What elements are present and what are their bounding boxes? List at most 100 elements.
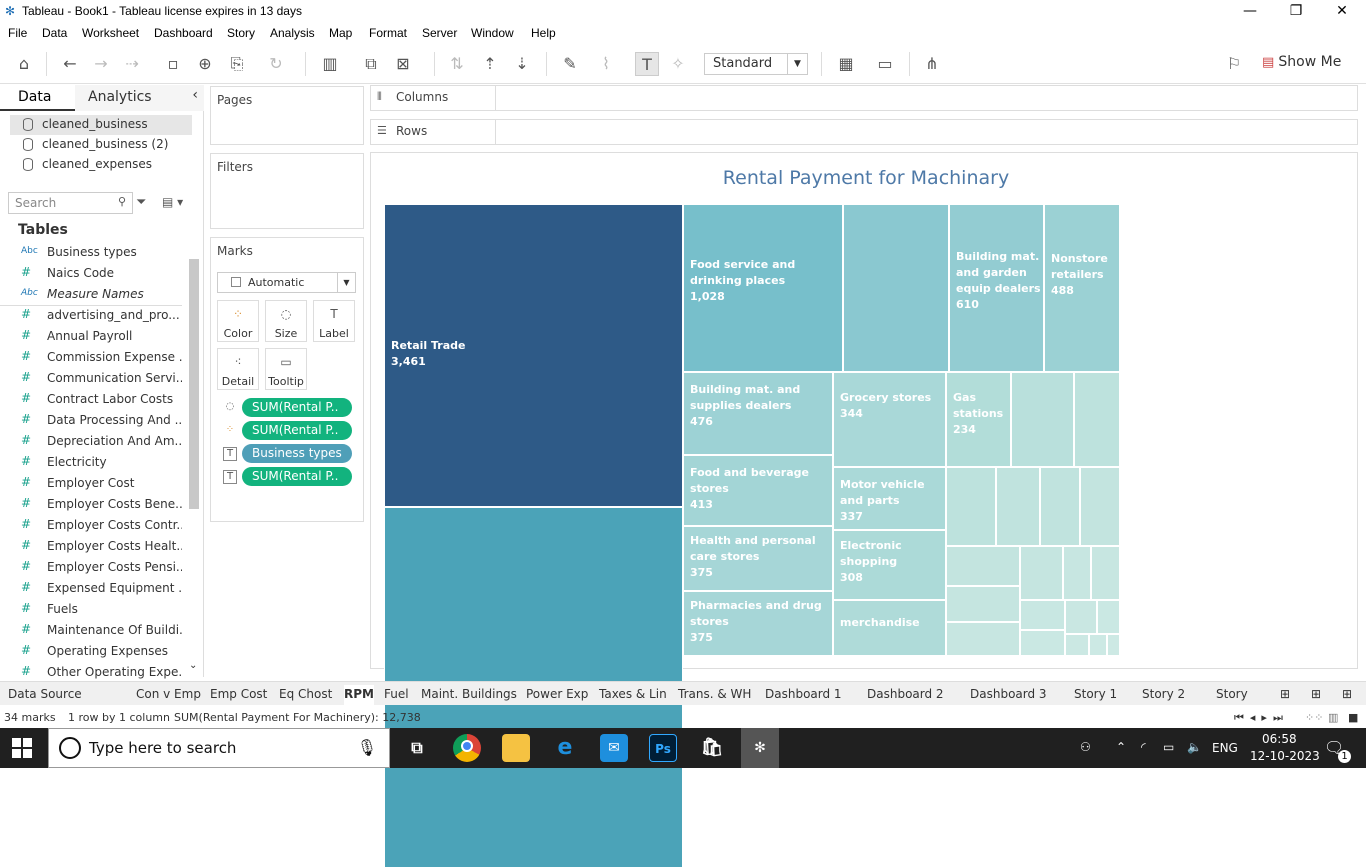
new-dashboard-icon[interactable]: ⊞ <box>1311 685 1321 705</box>
minimize-icon[interactable]: — <box>1227 0 1273 24</box>
treemap[interactable]: Retail Trade3,461Accommodation and food … <box>384 204 1120 868</box>
treemap-cell[interactable]: Food service and drinking places 1,028 <box>683 204 843 372</box>
label-pill[interactable]: Business types <box>242 444 352 463</box>
tableau-taskbar-icon[interactable]: ✻ <box>741 728 779 768</box>
field-item[interactable]: # Depreciation And Am... <box>0 432 182 453</box>
wifi-icon[interactable]: ◜ <box>1141 740 1146 754</box>
treemap-cell[interactable] <box>1063 546 1091 600</box>
sheet-tab[interactable]: Story <box>1216 685 1266 705</box>
sheet-tab[interactable]: Story 2 <box>1142 685 1202 705</box>
treemap-cell[interactable] <box>1020 546 1063 600</box>
highlight-icon[interactable]: ✎ <box>558 52 582 76</box>
scroll-down-icon[interactable]: ⌄ <box>189 660 197 671</box>
treemap-cell[interactable] <box>946 546 1020 586</box>
field-item[interactable]: # Naics Code <box>0 264 182 285</box>
new-datasource-icon[interactable]: ⊕ <box>193 52 217 76</box>
new-story-icon[interactable]: ⊞ <box>1342 685 1352 705</box>
home-icon[interactable]: ⌂ <box>12 52 36 76</box>
replay-icon[interactable]: ⇢ <box>120 52 144 76</box>
treemap-cell[interactable]: Building mat. and garden equip dealers 61… <box>949 204 1044 372</box>
new-worksheet-icon[interactable]: ⊞ <box>1280 685 1290 705</box>
mark-type-select[interactable]: Automatic ▼ <box>217 272 356 293</box>
share-icon[interactable]: ⋔ <box>920 52 944 76</box>
menu-analysis[interactable]: Analysis <box>270 26 315 40</box>
tab-analytics[interactable]: Analytics ‹ <box>75 85 204 111</box>
field-item[interactable]: # Employer Cost <box>0 474 182 495</box>
field-item[interactable]: # Employer Costs Contr... <box>0 516 182 537</box>
menu-worksheet[interactable]: Worksheet <box>82 26 139 40</box>
treemap-cell[interactable]: Food and beverage stores 413 <box>683 455 833 526</box>
tray-chevron-icon[interactable]: ⌃ <box>1116 740 1126 754</box>
mail-icon[interactable]: ✉ <box>600 734 628 762</box>
field-item[interactable]: # Employer Costs Pensi... <box>0 558 182 579</box>
treemap-cell[interactable] <box>1107 634 1120 656</box>
scroll-thumb[interactable] <box>189 259 199 509</box>
field-item[interactable]: # Maintenance Of Buildi... <box>0 621 182 642</box>
treemap-cell[interactable] <box>1074 372 1120 467</box>
menu-dashboard[interactable]: Dashboard <box>154 26 213 40</box>
field-item[interactable]: # Expensed Equipment ... <box>0 579 182 600</box>
menu-file[interactable]: File <box>8 26 27 40</box>
field-item[interactable]: # Annual Payroll <box>0 327 182 348</box>
close-icon[interactable]: ✕ <box>1319 0 1365 24</box>
menu-window[interactable]: Window <box>471 26 514 40</box>
treemap-cell[interactable]: Gas stations 234 <box>946 372 1011 467</box>
tooltip-button[interactable]: ▭ Tooltip <box>265 348 307 390</box>
fix-axes-icon[interactable]: ✧ <box>666 52 690 76</box>
treemap-cell[interactable]: Electronic shopping 308 <box>833 530 946 600</box>
menu-server[interactable]: Server <box>422 26 457 40</box>
size-button[interactable]: ◌ Size <box>265 300 307 342</box>
battery-icon[interactable]: ▭ <box>1163 740 1174 754</box>
label-button[interactable]: T Label <box>313 300 355 342</box>
show-labels-icon[interactable]: T <box>635 52 659 76</box>
treemap-cell[interactable]: Retail Trade 3,461 <box>384 204 683 507</box>
treemap-cell[interactable] <box>1020 630 1065 656</box>
treemap-cell[interactable] <box>1065 634 1089 656</box>
treemap-cell[interactable] <box>1091 546 1120 600</box>
scrollbar[interactable]: ⌄ <box>187 247 201 677</box>
treemap-cell[interactable] <box>1097 600 1120 634</box>
field-item[interactable]: Abc Measure Names <box>0 285 182 306</box>
refresh-icon[interactable]: ↻ <box>264 52 288 76</box>
treemap-cell[interactable] <box>946 622 1020 656</box>
treemap-cell[interactable] <box>1011 372 1074 467</box>
treemap-cell[interactable]: merchandise <box>833 600 946 656</box>
treemap-cell[interactable] <box>946 586 1020 622</box>
datasource-item[interactable]: cleaned_business <box>10 115 192 135</box>
sort-asc-icon[interactable]: ⇡ <box>478 52 502 76</box>
filter-icon[interactable]: ⏷ <box>136 195 146 210</box>
menu-story[interactable]: Story <box>227 26 255 40</box>
tabs-view-icon[interactable]: ■ <box>1348 711 1358 724</box>
field-item[interactable]: Abc Business types <box>0 243 182 264</box>
group-icon[interactable]: ⌇ <box>594 52 618 76</box>
treemap-cell[interactable]: Nonstore retailers 488 <box>1044 204 1120 372</box>
sheet-tab[interactable]: Eq Chost <box>279 685 334 705</box>
treemap-cell[interactable]: Grocery stores 344 <box>833 372 946 467</box>
sheet-tab[interactable]: Taxes & Lin <box>599 685 667 705</box>
sheet-tab[interactable]: RPM <box>344 685 374 705</box>
sheet-tab[interactable]: Story 1 <box>1074 685 1132 705</box>
sheet-tab[interactable]: Dashboard 3 <box>970 685 1060 705</box>
save-icon[interactable]: ▫ <box>161 52 185 76</box>
label-pill[interactable]: SUM(Rental P.. <box>242 467 352 486</box>
restore-icon[interactable]: ❐ <box>1273 0 1319 24</box>
treemap-cell[interactable] <box>1080 467 1120 546</box>
treemap-cell[interactable]: Pharmacies and drug stores 375 <box>683 591 833 656</box>
pages-card[interactable]: Pages <box>210 86 364 145</box>
menu-format[interactable]: Format <box>369 26 407 40</box>
clock-date[interactable]: 12-10-2023 <box>1250 749 1320 763</box>
rows-shelf[interactable]: ☰ Rows <box>370 119 1358 145</box>
filmstrip-view-icon[interactable]: ▥ <box>1328 711 1338 724</box>
filters-card[interactable]: Filters <box>210 153 364 229</box>
field-item[interactable]: # Electricity <box>0 453 182 474</box>
sheet-tab[interactable]: Data Source <box>8 685 118 705</box>
undo-icon[interactable]: ← <box>58 52 82 76</box>
columns-shelf[interactable]: ⦀ Columns <box>370 85 1358 111</box>
color-button[interactable]: ⁘ Color <box>217 300 259 342</box>
treemap-cell[interactable] <box>946 467 996 546</box>
field-item[interactable]: # Fuels <box>0 600 182 621</box>
fit-select[interactable]: Standard ▼ <box>704 53 808 75</box>
taskbar-search-input[interactable]: Type here to search 🎙 <box>48 728 390 768</box>
paint-icon[interactable]: ⚐ <box>1222 52 1246 76</box>
treemap-cell[interactable] <box>996 467 1040 546</box>
